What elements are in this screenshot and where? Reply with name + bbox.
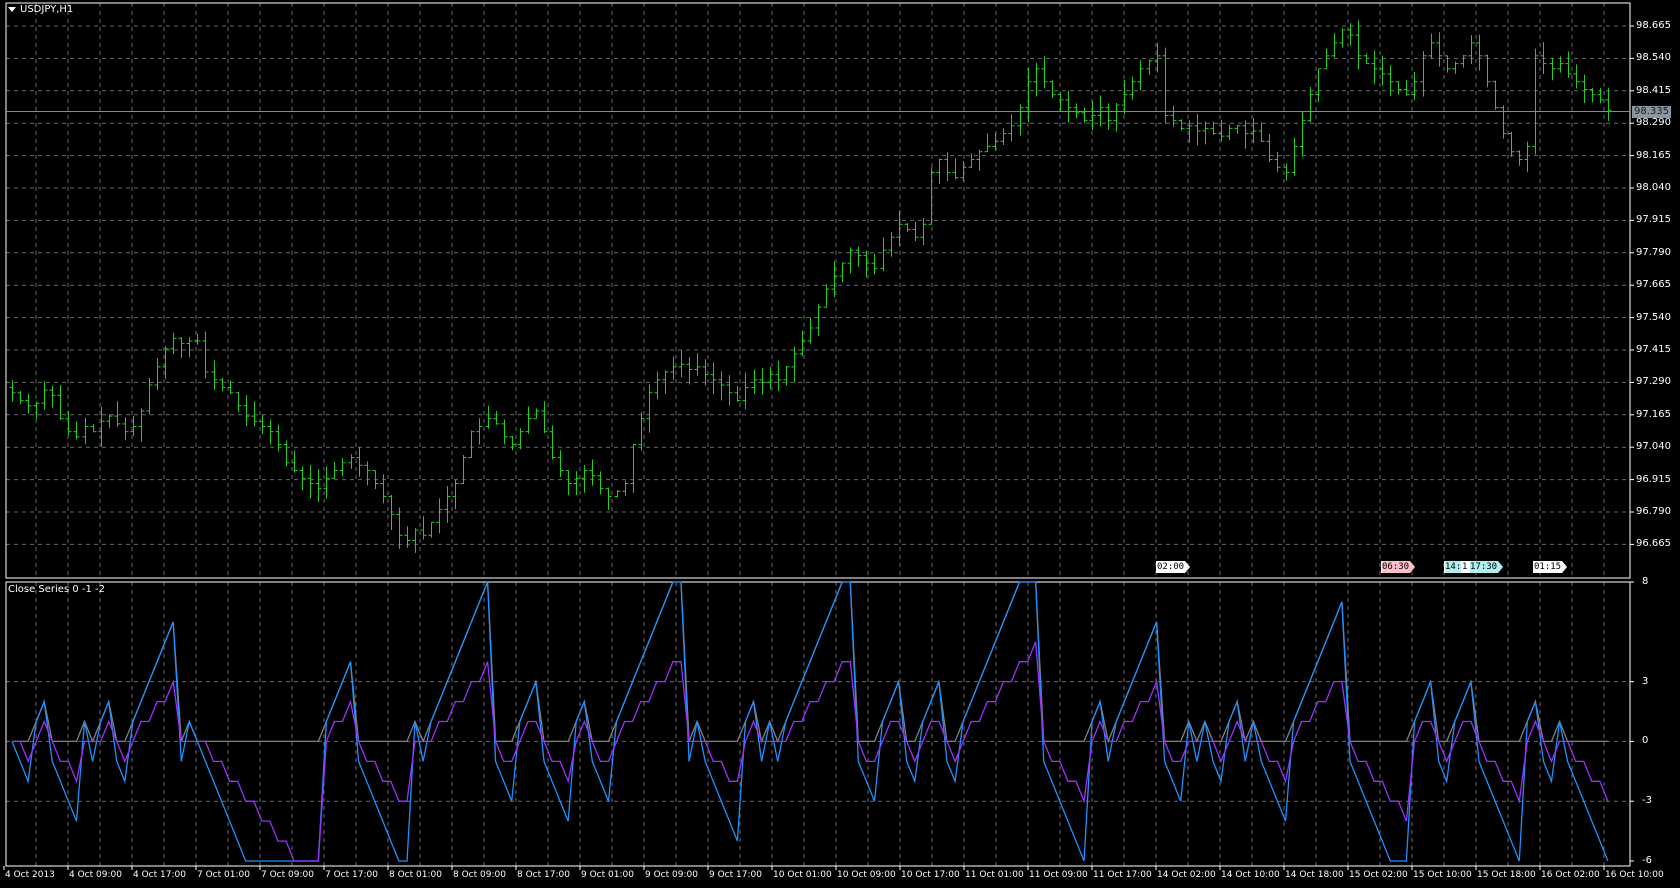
price-axis-label: 98.665 (1636, 20, 1671, 31)
price-axis-label: 97.040 (1636, 441, 1671, 453)
time-axis-label: 8 Oct 17:00 (517, 870, 570, 880)
price-axis-label: 98.540 (1636, 52, 1671, 64)
time-axis-label: 10 Oct 09:00 (837, 870, 896, 880)
price-axis-label: 97.165 (1636, 408, 1671, 420)
time-axis-label: 7 Oct 01:00 (197, 870, 250, 880)
indicator-axis-label: 0 (1642, 735, 1649, 747)
indicator-axis-label: -3 (1642, 795, 1652, 807)
chart-title[interactable]: USDJPY,H1 (8, 4, 73, 15)
price-axis-label: 98.165 (1636, 149, 1671, 161)
event-marker: 02:00 (1156, 561, 1191, 573)
price-axis-label: 97.415 (1636, 344, 1671, 355)
time-axis-label: 14 Oct 02:00 (1157, 870, 1216, 880)
indicator-axis-label: 8 (1642, 576, 1649, 587)
time-axis-label: 15 Oct 18:00 (1477, 870, 1536, 880)
price-axis-label: 98.290 (1636, 117, 1671, 129)
indicator-axis-label: 3 (1642, 675, 1649, 687)
chart-canvas[interactable] (0, 0, 1680, 888)
price-axis-label: 97.665 (1636, 279, 1671, 291)
time-axis-label: 9 Oct 17:00 (709, 870, 762, 880)
time-axis-label: 14 Oct 10:00 (1221, 870, 1280, 880)
time-axis-label: 15 Oct 10:00 (1413, 870, 1472, 880)
time-axis-label: 15 Oct 02:00 (1349, 870, 1408, 880)
time-axis-label: 8 Oct 01:00 (389, 870, 442, 880)
time-axis-label: 14 Oct 18:00 (1285, 870, 1344, 880)
time-axis-label: 10 Oct 17:00 (901, 870, 960, 880)
indicator-title: Close Series 0 -1 -2 (8, 584, 106, 595)
price-axis-label: 96.790 (1636, 506, 1671, 517)
time-axis-label: 4 Oct 17:00 (133, 870, 186, 880)
current-price-label: 98.335 (1632, 105, 1671, 118)
event-marker: 06:30 (1381, 561, 1416, 573)
price-axis-label: 96.665 (1636, 538, 1671, 550)
time-axis-label: 11 Oct 17:00 (1093, 870, 1152, 880)
symbol-label: USDJPY,H1 (20, 4, 74, 15)
time-axis-label: 16 Oct 10:00 (1605, 870, 1664, 880)
indicator-series-1 (11, 581, 1609, 862)
price-axis-label: 97.915 (1636, 214, 1671, 226)
time-axis-label: 4 Oct 2013 (5, 870, 55, 880)
price-axis-label: 97.290 (1636, 376, 1671, 388)
indicator-axis-label: -6 (1642, 855, 1652, 866)
time-axis-label: 7 Oct 17:00 (325, 870, 378, 880)
time-axis-label: 9 Oct 09:00 (645, 870, 698, 880)
time-axis-label: 9 Oct 01:00 (581, 870, 634, 880)
event-marker: 01:15 (1533, 561, 1568, 573)
time-axis-label: 11 Oct 01:00 (965, 870, 1024, 880)
dropdown-triangle-icon[interactable] (8, 6, 16, 12)
time-axis-label: 11 Oct 09:00 (1029, 870, 1088, 880)
price-axis-label: 96.915 (1636, 473, 1671, 485)
indicator-series-2 (12, 641, 1609, 862)
price-axis-label: 98.415 (1636, 84, 1671, 96)
time-axis-label: 16 Oct 02:00 (1541, 870, 1600, 880)
time-axis-label: 8 Oct 09:00 (453, 870, 506, 880)
time-axis-label: 10 Oct 01:00 (773, 870, 832, 880)
price-axis-label: 98.040 (1636, 182, 1671, 193)
main-pane-frame (5, 2, 1631, 579)
price-axis-label: 97.790 (1636, 246, 1671, 258)
time-axis-label: 7 Oct 09:00 (261, 870, 314, 880)
price-axis-label: 97.540 (1636, 311, 1671, 323)
time-axis-label: 4 Oct 09:00 (69, 870, 122, 880)
event-marker: 17:30 (1469, 561, 1504, 573)
indicator-pane-frame (5, 581, 1631, 867)
